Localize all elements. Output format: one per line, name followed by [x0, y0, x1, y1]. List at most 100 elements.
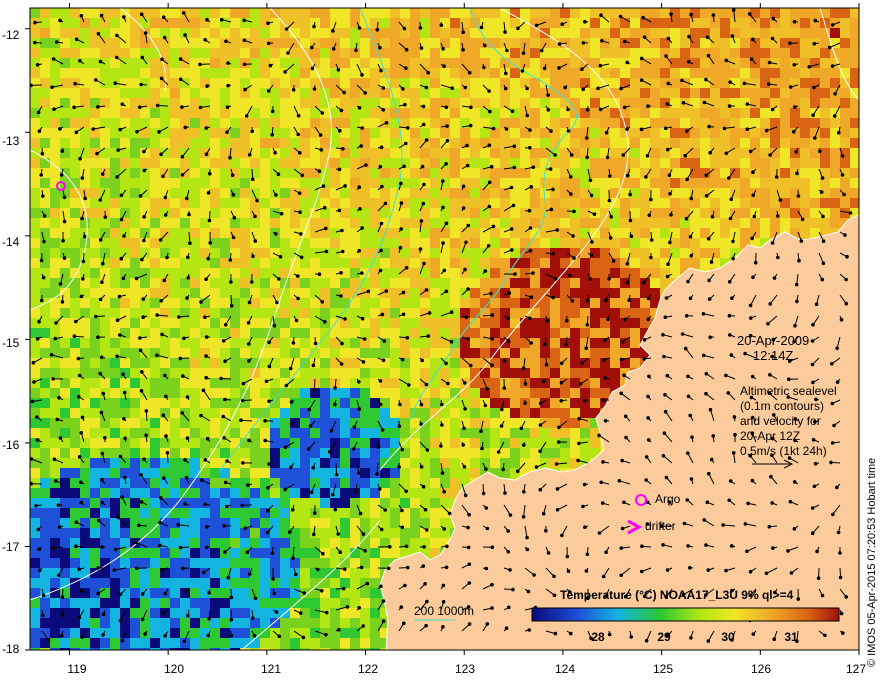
sst-cell: [570, 308, 580, 318]
sst-cell: [580, 8, 590, 18]
sst-cell: [190, 178, 200, 188]
sst-cell: [330, 498, 340, 508]
sst-cell: [230, 428, 240, 438]
sst-cell: [150, 358, 160, 368]
sst-cell: [470, 468, 480, 478]
sst-cell: [90, 158, 100, 168]
sst-cell: [370, 68, 380, 78]
sst-cell: [630, 308, 640, 318]
sst-cell: [490, 208, 500, 218]
sst-cell: [410, 258, 420, 268]
sst-cell: [300, 368, 310, 378]
sst-cell: [60, 538, 70, 548]
sst-cell: [290, 18, 300, 28]
sst-cell: [620, 158, 630, 168]
sst-cell: [740, 198, 750, 208]
sst-cell: [180, 198, 190, 208]
sst-cell: [330, 28, 340, 38]
sst-cell: [170, 128, 180, 138]
sst-cell: [400, 348, 410, 358]
sst-cell: [340, 158, 350, 168]
sst-cell: [220, 158, 230, 168]
sst-cell: [60, 608, 70, 618]
sst-cell: [570, 328, 580, 338]
sst-cell: [530, 158, 540, 168]
sst-cell: [680, 8, 690, 18]
sst-cell: [240, 348, 250, 358]
sst-cell: [450, 298, 460, 308]
sst-cell: [640, 198, 650, 208]
sst-cell: [660, 138, 670, 148]
sst-cell: [350, 8, 360, 18]
sst-cell: [180, 138, 190, 148]
sst-cell: [510, 108, 520, 118]
sst-cell: [150, 308, 160, 318]
sst-cell: [110, 598, 120, 608]
sst-cell: [190, 228, 200, 238]
sst-cell: [300, 598, 310, 608]
sst-cell: [780, 178, 790, 188]
sst-cell: [210, 388, 220, 398]
sst-cell: [500, 348, 510, 358]
sst-cell: [300, 118, 310, 128]
sst-cell: [130, 138, 140, 148]
sst-cell: [160, 378, 170, 388]
sst-cell: [150, 68, 160, 78]
sst-cell: [430, 528, 440, 538]
sst-cell: [200, 488, 210, 498]
sst-cell: [600, 328, 610, 338]
sst-cell: [230, 118, 240, 128]
sst-cell: [250, 108, 260, 118]
sst-cell: [410, 78, 420, 88]
sst-cell: [350, 198, 360, 208]
sst-cell: [270, 118, 280, 128]
sst-cell: [410, 418, 420, 428]
sst-cell: [790, 8, 800, 18]
sst-cell: [290, 558, 300, 568]
sst-cell: [40, 478, 50, 488]
sst-cell: [400, 8, 410, 18]
sst-cell: [240, 538, 250, 548]
sst-cell: [220, 268, 230, 278]
sst-cell: [720, 28, 730, 38]
sst-cell: [770, 28, 780, 38]
sst-cell: [500, 428, 510, 438]
sst-cell: [340, 528, 350, 538]
sst-cell: [780, 148, 790, 158]
sst-cell: [130, 128, 140, 138]
sst-cell: [740, 58, 750, 68]
sst-cell: [40, 338, 50, 348]
sst-cell: [320, 238, 330, 248]
sst-cell: [390, 48, 400, 58]
sst-cell: [800, 148, 810, 158]
sst-cell: [410, 48, 420, 58]
sst-cell: [70, 428, 80, 438]
sst-cell: [240, 508, 250, 518]
sst-cell: [410, 288, 420, 298]
sst-cell: [40, 348, 50, 358]
sst-cell: [170, 98, 180, 108]
sst-cell: [150, 108, 160, 118]
sst-cell: [180, 518, 190, 528]
sst-cell: [570, 428, 580, 438]
sst-cell: [500, 228, 510, 238]
sst-cell: [730, 158, 740, 168]
sst-cell: [250, 298, 260, 308]
sst-cell: [210, 108, 220, 118]
sst-cell: [430, 458, 440, 468]
sst-cell: [190, 408, 200, 418]
sst-cell: [450, 468, 460, 478]
sst-cell: [130, 318, 140, 328]
sst-cell: [630, 48, 640, 58]
sst-cell: [440, 148, 450, 158]
sst-cell: [270, 358, 280, 368]
sst-cell: [480, 408, 490, 418]
sst-cell: [380, 388, 390, 398]
sst-cell: [630, 288, 640, 298]
sst-cell: [450, 448, 460, 458]
sst-cell: [130, 168, 140, 178]
sst-cell: [60, 458, 70, 468]
sst-cell: [280, 198, 290, 208]
sst-cell: [520, 418, 530, 428]
sst-cell: [460, 8, 470, 18]
